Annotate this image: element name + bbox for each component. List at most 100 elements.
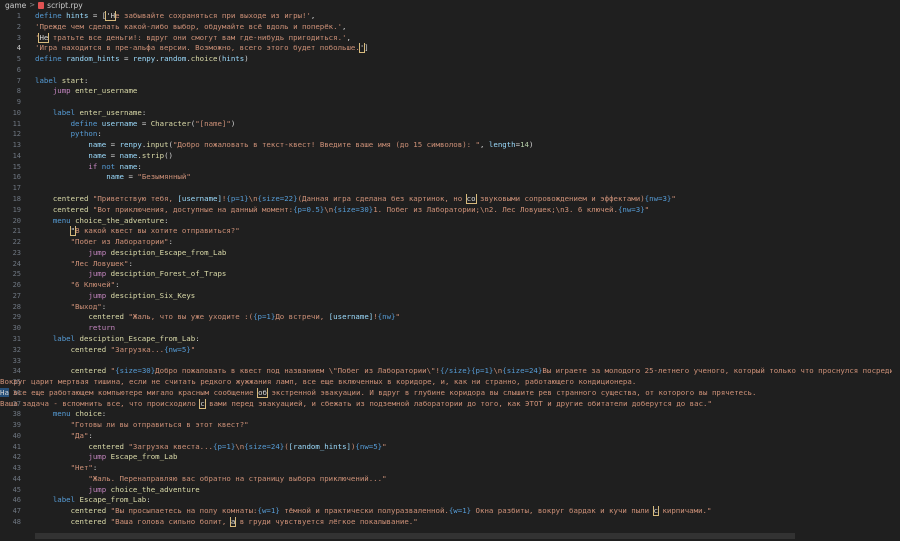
code-line[interactable]: "Готовы ли вы отправиться в этот квест?" [35, 420, 900, 431]
code-line[interactable]: Ваша задача - вспомнить все, что происхо… [0, 398, 900, 410]
code-line[interactable]: centered "Вы просыпаетесь на полу комнат… [35, 506, 900, 517]
code-line[interactable]: "Лес Ловушек": [35, 259, 900, 270]
line-number: 10 [12, 108, 21, 117]
code-token: "Приветствую тебя, [92, 194, 178, 204]
line-number: 1 [16, 12, 21, 20]
code-token: \n [235, 441, 245, 451]
code-token: jump [88, 452, 107, 462]
code-line[interactable]: if not name: [35, 162, 900, 173]
code-token: enter_username [79, 107, 142, 117]
code-line[interactable]: label Escape_from_Lab: [35, 495, 900, 506]
code-line[interactable]: jump desciption_Six_Keys [35, 291, 900, 302]
code-line[interactable]: centered "Вот приключения, доступные на … [35, 205, 900, 216]
vertical-scrollbar[interactable] [892, 11, 900, 541]
code-line[interactable]: python: [35, 129, 900, 140]
code-token: hints [66, 11, 89, 20]
code-line[interactable]: "Выход": [35, 302, 900, 313]
code-editor[interactable]: 1 2 3 4 5 6 7 8 9 10 11 12 13 14 15 16 17 18 19 20 21 22 23 24 2… [0, 11, 900, 541]
code-token: jump [88, 484, 107, 494]
code-line[interactable] [35, 183, 900, 194]
code-line[interactable]: centered "{size=30}Добро пожаловать в кв… [35, 366, 900, 377]
code-line[interactable]: jump desciption_Escape_from_Lab [35, 248, 900, 259]
code-line[interactable]: "Жаль. Перенаправляю вас обратно на стра… [35, 474, 900, 485]
code-token: {p=1} [213, 441, 236, 451]
code-line[interactable]: centered "Приветствую тебя, [username]!{… [35, 194, 900, 205]
code-token: = [106, 140, 120, 150]
horizontal-scrollbar[interactable] [35, 533, 795, 539]
code-line[interactable]: Вокруг царит мертвая тишина, если не счи… [0, 377, 900, 388]
code-line[interactable]: name = name.strip() [35, 151, 900, 162]
code-line[interactable]: jump choice_the_adventure [35, 485, 900, 496]
code-line[interactable]: define username = Character("[name]") [35, 119, 900, 130]
code-token: name [106, 172, 125, 182]
code-line[interactable]: 'Не тратьте все деньги!: вдруг они смогу… [35, 32, 900, 44]
code-token: : [195, 333, 200, 343]
code-line[interactable]: На все еще работающем компьютере мигало … [0, 387, 900, 399]
code-line[interactable]: jump Escape_from_Lab [35, 452, 900, 463]
line-number: 30 [12, 324, 21, 333]
code-token: = [106, 150, 120, 160]
code-token: "Выход" [70, 301, 102, 311]
code-line[interactable]: label enter_username: [35, 108, 900, 119]
code-token: desciption_Escape_from_Lab [79, 333, 196, 343]
code-token: Окна разбиты, вокруг бардак и кучи пыли [471, 506, 654, 516]
code-line[interactable]: label start: [35, 76, 900, 87]
code-line[interactable]: menu choice: [35, 409, 900, 420]
code-line[interactable]: "Нет": [35, 463, 900, 474]
code-token: ) [244, 54, 249, 64]
code-line[interactable]: define hints = ['Не забывайте сохранятьс… [35, 11, 900, 22]
code-token: {size=22} [257, 194, 298, 204]
code-token: jump [88, 269, 107, 279]
code-token: strip [141, 150, 165, 160]
code-token: name [119, 150, 138, 160]
code-line[interactable]: "Да": [35, 431, 900, 442]
code-token: menu [52, 215, 71, 225]
code-line[interactable]: label desciption_Escape_from_Lab: [35, 334, 900, 345]
code-token: Вы играете за молодого 25-летнего ученог… [542, 366, 900, 376]
code-area[interactable]: define hints = ['Не забывайте сохранятьс… [0, 11, 900, 541]
code-token: [username] [177, 194, 222, 204]
code-line[interactable]: name = "Безымянный" [35, 172, 900, 183]
code-token: (Данная игра сделана без картинок, но [297, 194, 467, 204]
code-token: desciption_Six_Keys [110, 290, 196, 300]
code-line[interactable]: menu choice_the_adventure: [35, 216, 900, 227]
code-line[interactable]: "В какой квест вы хотите отправиться?" [35, 226, 900, 237]
code-token: = [ [88, 11, 107, 20]
code-line[interactable]: 'Прежде чем сделать какой-либо выбор, об… [35, 22, 900, 33]
breadcrumb-file[interactable]: script.rpy [47, 0, 83, 11]
code-token: {w=1} [257, 506, 280, 516]
code-line[interactable] [35, 97, 900, 108]
code-token: name [88, 140, 107, 150]
code-line[interactable]: name = renpy.input("Добро пожаловать в т… [35, 140, 900, 151]
code-token: length [488, 140, 516, 150]
code-line[interactable] [35, 356, 900, 367]
code-token: centered [70, 516, 107, 526]
code-token: centered [52, 194, 89, 204]
code-token: "Нет" [70, 463, 93, 473]
code-line[interactable]: jump enter_username [35, 86, 900, 97]
code-token: : [128, 258, 133, 268]
code-line[interactable]: "6 Ключей": [35, 280, 900, 291]
code-line[interactable]: define random_hints = renpy.random.choic… [35, 54, 900, 65]
code-line[interactable]: centered "Загрузка...{nw=5}" [35, 345, 900, 356]
line-number: 28 [12, 302, 21, 311]
code-line[interactable]: "Побег из Лаборатории": [35, 237, 900, 248]
code-line[interactable]: jump desciption_Forest_of_Traps [35, 269, 900, 280]
code-line[interactable]: 'Игра находится в пре-альфа версии. Возм… [35, 43, 900, 54]
code-token: name [119, 161, 138, 171]
line-number: 44 [12, 474, 21, 483]
code-token: {p=1} [253, 312, 276, 322]
code-line[interactable]: centered "Ваша голова сильно болит, а в … [35, 516, 900, 528]
code-line[interactable] [35, 65, 900, 76]
code-line[interactable]: centered "Жаль, что вы уже уходите :({p=… [35, 312, 900, 323]
code-line[interactable]: centered "Загрузка квеста...{p=1}\n{size… [35, 442, 900, 453]
code-line[interactable]: return [35, 323, 900, 334]
code-token: {p=1} [471, 366, 494, 376]
breadcrumb-folder[interactable]: game [5, 0, 26, 11]
